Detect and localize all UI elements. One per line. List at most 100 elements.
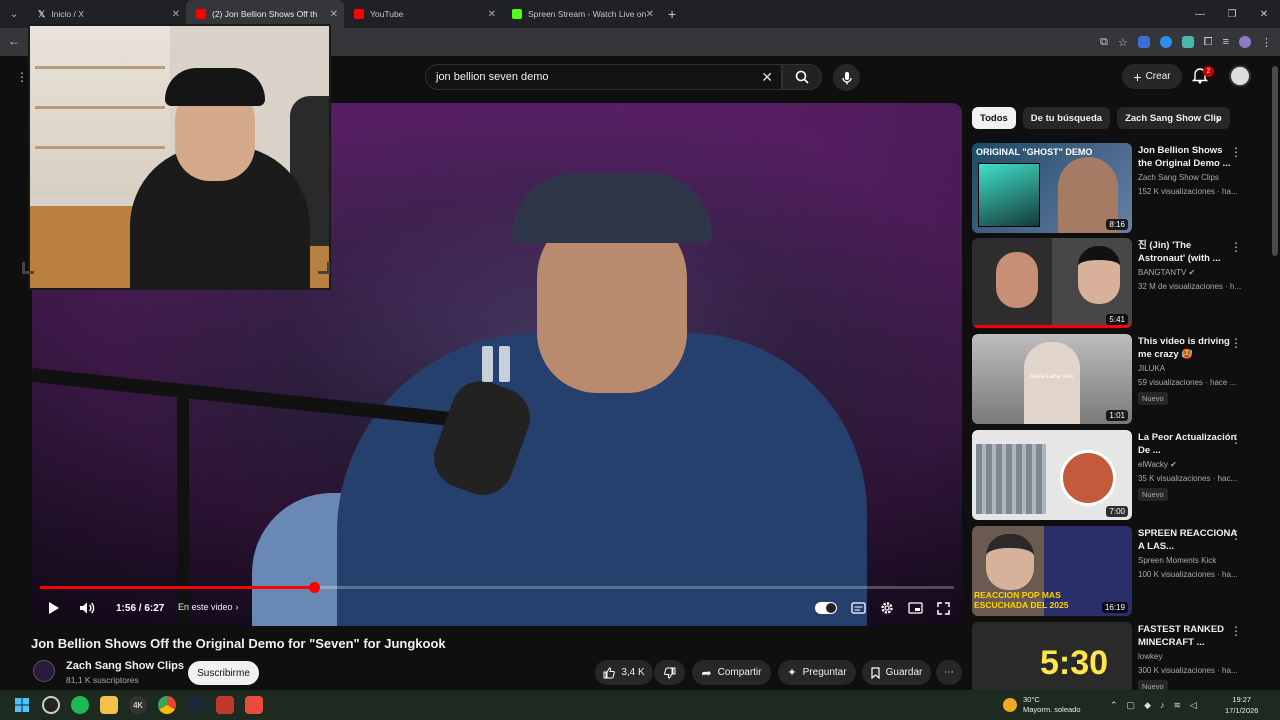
bookmark-star-icon[interactable]: ☆: [1118, 36, 1128, 49]
system-clock[interactable]: 19:27 17/1/2026: [1225, 694, 1258, 716]
app-icon[interactable]: [216, 696, 234, 714]
app-icon[interactable]: [245, 696, 263, 714]
subtitles-icon[interactable]: [851, 602, 866, 614]
windows-start-icon[interactable]: [13, 696, 31, 714]
subscriber-count: 81,1 K suscriptores: [66, 675, 139, 685]
recommendation-item[interactable]: Mana Lana core 1:01 This video is drivin…: [972, 334, 1262, 424]
tab-youtube[interactable]: YouTube ✕: [344, 0, 502, 28]
microphone-icon: [841, 71, 852, 84]
play-button[interactable]: [46, 593, 60, 623]
tab-kick[interactable]: Spreen Stream - Watch Live on ✕: [502, 0, 660, 28]
close-tab-icon[interactable]: ✕: [646, 9, 654, 20]
cast-icon[interactable]: ⧉: [1100, 36, 1108, 49]
recommendation-channel: elWacky ✔: [1138, 460, 1177, 469]
spotify-icon[interactable]: [71, 696, 89, 714]
user-avatar[interactable]: [1229, 65, 1251, 87]
video-thumbnail[interactable]: 7:00: [972, 430, 1132, 520]
recommendation-item[interactable]: REACCION POP MAS ESCUCHADA DEL 2025 16:1…: [972, 526, 1262, 616]
thumbs-down-icon: [663, 667, 675, 679]
obs-icon[interactable]: [42, 696, 60, 714]
more-vert-icon[interactable]: ⋮: [1230, 240, 1242, 254]
channel-label: elWacky: [1138, 460, 1168, 469]
kebab-menu-icon[interactable]: ⋮: [1261, 36, 1272, 49]
recommendation-views: 100 K visualizaciones · ha...: [1138, 570, 1238, 579]
more-vert-icon[interactable]: ⋮: [1230, 432, 1242, 446]
extension-icon[interactable]: [1181, 36, 1194, 48]
scrubber-handle[interactable]: [309, 582, 320, 593]
recommendation-item[interactable]: 5:30 FASTEST RANKED MINECRAFT ... lowkey…: [972, 622, 1262, 690]
weather-widget[interactable]: 30°C Mayorm. soleado: [1003, 692, 1081, 718]
mic-tray-icon[interactable]: ♪: [1160, 700, 1165, 710]
video-downloader-icon[interactable]: 4K: [129, 696, 147, 714]
recommendation-item[interactable]: ORIGINAL "GHOST" DEMO 8:16 Jon Bellion S…: [972, 143, 1262, 233]
more-vert-icon[interactable]: ⋮: [1230, 145, 1242, 159]
tray-app-icon[interactable]: ▢: [1127, 700, 1136, 711]
search-button[interactable]: [782, 64, 822, 90]
more-vert-icon[interactable]: ⋮: [1230, 528, 1242, 542]
video-thumbnail[interactable]: REACCION POP MAS ESCUCHADA DEL 2025 16:1…: [972, 526, 1132, 616]
create-button[interactable]: + Crear: [1122, 64, 1182, 89]
chevron-right-icon[interactable]: ›: [1216, 112, 1220, 126]
extension-icon[interactable]: [1137, 36, 1150, 48]
share-button[interactable]: ➦ Compartir: [692, 660, 771, 685]
window-controls: — ❐ ✕: [1184, 0, 1280, 28]
video-thumbnail[interactable]: 5:30: [972, 622, 1132, 690]
extension-icon[interactable]: [1159, 36, 1172, 48]
chip-channel[interactable]: Zach Sang Show Clip: [1117, 107, 1230, 129]
fullscreen-icon[interactable]: [937, 601, 950, 615]
thumbnail-text: ORIGINAL "GHOST" DEMO: [976, 147, 1093, 157]
chip-all[interactable]: Todos: [972, 107, 1016, 129]
recommendation-item[interactable]: 7:00 La Peor Actualización De ... elWack…: [972, 430, 1262, 520]
chrome-icon[interactable]: [158, 696, 176, 714]
file-explorer-icon[interactable]: [100, 696, 118, 714]
close-tab-icon[interactable]: ✕: [330, 9, 338, 20]
close-tab-icon[interactable]: ✕: [172, 9, 180, 20]
video-thumbnail[interactable]: Mana Lana core 1:01: [972, 334, 1132, 424]
new-tab-button[interactable]: +: [660, 0, 684, 28]
back-arrow-icon[interactable]: ←: [8, 34, 20, 48]
save-button[interactable]: Guardar: [862, 660, 931, 685]
maximize-icon[interactable]: ❐: [1216, 0, 1248, 28]
more-vert-icon[interactable]: ⋮: [1230, 624, 1242, 638]
miniplayer-icon[interactable]: [908, 602, 923, 614]
thumbnail-face: [1078, 246, 1120, 304]
volume-button[interactable]: [79, 593, 95, 623]
duration-badge: 16:19: [1101, 602, 1128, 613]
video-thumbnail[interactable]: 5:41: [972, 238, 1132, 328]
temperature: 30°C: [1023, 695, 1040, 704]
minimize-icon[interactable]: —: [1184, 0, 1216, 28]
chapter-button[interactable]: En este video ›: [178, 597, 239, 617]
voice-search-button[interactable]: [833, 64, 860, 91]
steam-icon[interactable]: [187, 696, 205, 714]
chip-from-search[interactable]: De tu búsqueda: [1022, 107, 1111, 129]
ask-button[interactable]: ✦ Preguntar: [778, 660, 856, 685]
close-tab-icon[interactable]: ✕: [488, 9, 496, 20]
more-actions-button[interactable]: ⋯: [936, 660, 962, 685]
tab-search-button[interactable]: ⌄: [0, 0, 28, 28]
reading-list-icon[interactable]: ≡: [1223, 36, 1229, 48]
recommendation-title: This video is driving me crazy 🥵: [1138, 336, 1230, 360]
wifi-icon[interactable]: ≋: [1173, 700, 1181, 711]
channel-name[interactable]: Zach Sang Show Clips: [66, 660, 184, 672]
recommendation-item[interactable]: 5:41 진 (Jin) 'The Astronaut' (with ... B…: [972, 238, 1262, 328]
puzzle-icon[interactable]: ⧠: [1204, 36, 1213, 49]
tray-app-icon[interactable]: ◆: [1144, 700, 1151, 711]
chevron-up-icon[interactable]: ⌃: [1110, 700, 1118, 711]
channel-avatar[interactable]: [33, 660, 55, 682]
scrollbar[interactable]: [1272, 66, 1278, 256]
autoplay-toggle[interactable]: [815, 602, 837, 614]
close-window-icon[interactable]: ✕: [1248, 0, 1280, 28]
settings-gear-icon[interactable]: [880, 601, 894, 615]
search-input[interactable]: jon bellion seven demo ✕: [425, 64, 782, 90]
like-button[interactable]: 3,4 K: [595, 660, 653, 685]
volume-tray-icon[interactable]: ◁: [1190, 700, 1197, 711]
tab-label: Spreen Stream - Watch Live on: [528, 9, 647, 19]
clear-search-icon[interactable]: ✕: [761, 69, 773, 86]
subscribe-button[interactable]: Suscribirme: [188, 661, 259, 685]
video-thumbnail[interactable]: ORIGINAL "GHOST" DEMO 8:16: [972, 143, 1132, 233]
profile-avatar[interactable]: [1239, 36, 1251, 48]
more-vert-icon[interactable]: ⋮: [1230, 336, 1242, 350]
dislike-button[interactable]: [654, 660, 685, 685]
hamburger-menu-icon[interactable]: ⋮: [16, 70, 28, 84]
recommendation-title: Jon Bellion Shows the Original Demo ...: [1138, 145, 1231, 169]
